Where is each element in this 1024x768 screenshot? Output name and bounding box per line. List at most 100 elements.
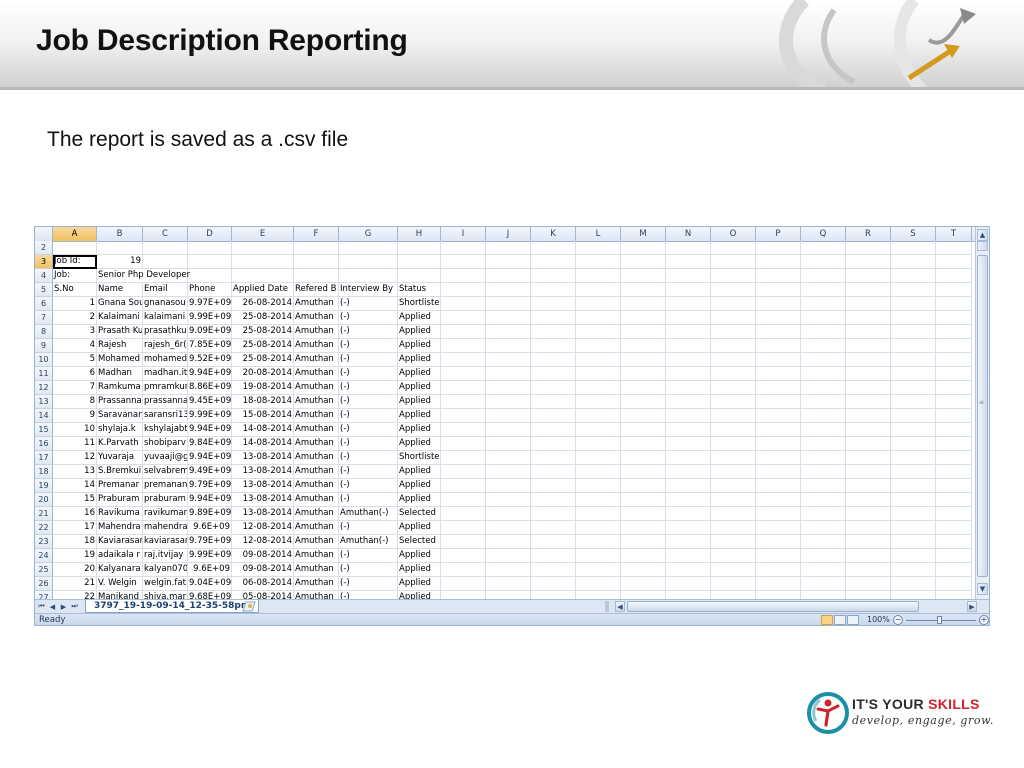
cell[interactable]: Applied [398, 423, 441, 437]
cell[interactable]: Yuvaraja [97, 451, 143, 465]
cell[interactable] [801, 577, 846, 591]
cell[interactable]: 09-08-2014 [232, 549, 294, 563]
cell[interactable]: (-) [339, 297, 398, 311]
cell[interactable] [486, 549, 531, 563]
cell[interactable]: (-) [339, 451, 398, 465]
row-header[interactable]: 16 [35, 437, 53, 451]
cell[interactable] [621, 465, 666, 479]
cell[interactable]: 26-08-2014 [232, 297, 294, 311]
cell[interactable] [711, 339, 756, 353]
cell[interactable] [531, 563, 576, 577]
cell[interactable]: 9.68E+09 [188, 591, 232, 599]
cell[interactable]: Amuthan [294, 507, 339, 521]
cell[interactable] [441, 311, 486, 325]
cell[interactable] [711, 591, 756, 599]
cell[interactable] [801, 241, 846, 255]
cell[interactable] [936, 395, 972, 409]
row-header[interactable]: 27 [35, 591, 53, 599]
last-sheet-icon[interactable]: ⏭ [70, 602, 79, 611]
cell[interactable] [576, 367, 621, 381]
cell[interactable] [936, 493, 972, 507]
cell[interactable] [936, 241, 972, 255]
cell[interactable] [621, 437, 666, 451]
cell[interactable] [891, 367, 936, 381]
cell[interactable]: gnanasou [143, 297, 188, 311]
cell[interactable] [891, 283, 936, 297]
cell[interactable]: 9 [53, 409, 97, 423]
cell[interactable]: Applied [398, 591, 441, 599]
cell[interactable] [711, 367, 756, 381]
split-box[interactable] [977, 241, 988, 251]
select-all-corner[interactable] [35, 227, 53, 241]
column-header-t[interactable]: T [936, 227, 972, 241]
cell[interactable] [666, 591, 711, 599]
cell[interactable]: 13 [53, 465, 97, 479]
cell[interactable]: 14 [53, 479, 97, 493]
cell[interactable] [486, 311, 531, 325]
cell[interactable] [486, 283, 531, 297]
cell[interactable] [441, 451, 486, 465]
cell[interactable] [711, 325, 756, 339]
column-header-k[interactable]: K [531, 227, 576, 241]
cell[interactable] [339, 241, 398, 255]
cell[interactable] [801, 437, 846, 451]
cell[interactable] [846, 563, 891, 577]
cell[interactable] [486, 423, 531, 437]
cell[interactable] [621, 367, 666, 381]
cell[interactable] [711, 283, 756, 297]
cell[interactable] [441, 521, 486, 535]
cell[interactable]: 14-08-2014 [232, 437, 294, 451]
cell[interactable]: Phone [188, 283, 232, 297]
cell[interactable] [846, 577, 891, 591]
cell[interactable]: 20 [53, 563, 97, 577]
cell[interactable] [621, 577, 666, 591]
row-header[interactable]: 2 [35, 241, 53, 255]
cell[interactable]: shobiparv [143, 437, 188, 451]
cell[interactable] [756, 563, 801, 577]
cell[interactable] [846, 311, 891, 325]
cell[interactable]: Amuthan [294, 395, 339, 409]
cell[interactable] [576, 549, 621, 563]
cell[interactable] [801, 297, 846, 311]
cell[interactable] [441, 507, 486, 521]
column-header-q[interactable]: Q [801, 227, 846, 241]
cell[interactable] [441, 325, 486, 339]
cell[interactable] [936, 535, 972, 549]
cell[interactable]: Amuthan(-) [339, 535, 398, 549]
cell[interactable]: premanan [143, 479, 188, 493]
row-header[interactable]: 7 [35, 311, 53, 325]
cell[interactable] [576, 311, 621, 325]
cell[interactable] [486, 381, 531, 395]
cell[interactable]: kalaimani [143, 311, 188, 325]
cell[interactable]: Refered B [294, 283, 339, 297]
cell[interactable] [441, 563, 486, 577]
cell[interactable] [188, 255, 232, 269]
cell[interactable] [936, 549, 972, 563]
cell[interactable] [666, 423, 711, 437]
cell[interactable]: Selected [398, 535, 441, 549]
cell[interactable]: 12-08-2014 [232, 521, 294, 535]
cell[interactable] [936, 381, 972, 395]
cell[interactable] [621, 255, 666, 269]
cell[interactable] [666, 339, 711, 353]
cell[interactable]: (-) [339, 465, 398, 479]
cell[interactable] [576, 381, 621, 395]
cell[interactable]: 25-08-2014 [232, 353, 294, 367]
cell[interactable]: Amuthan [294, 479, 339, 493]
cell[interactable] [756, 437, 801, 451]
cell[interactable] [666, 241, 711, 255]
cell[interactable] [188, 269, 232, 283]
cell[interactable] [936, 591, 972, 599]
cell[interactable] [891, 535, 936, 549]
cell[interactable] [711, 381, 756, 395]
cell[interactable]: 8.86E+09 [188, 381, 232, 395]
cell[interactable] [441, 367, 486, 381]
cell[interactable] [441, 339, 486, 353]
cell[interactable] [891, 493, 936, 507]
cell[interactable]: Amuthan [294, 493, 339, 507]
cell[interactable]: kshylajabt [143, 423, 188, 437]
zoom-out-icon[interactable]: − [893, 615, 903, 625]
column-header-e[interactable]: E [232, 227, 294, 241]
cell[interactable] [666, 507, 711, 521]
cell[interactable] [576, 353, 621, 367]
